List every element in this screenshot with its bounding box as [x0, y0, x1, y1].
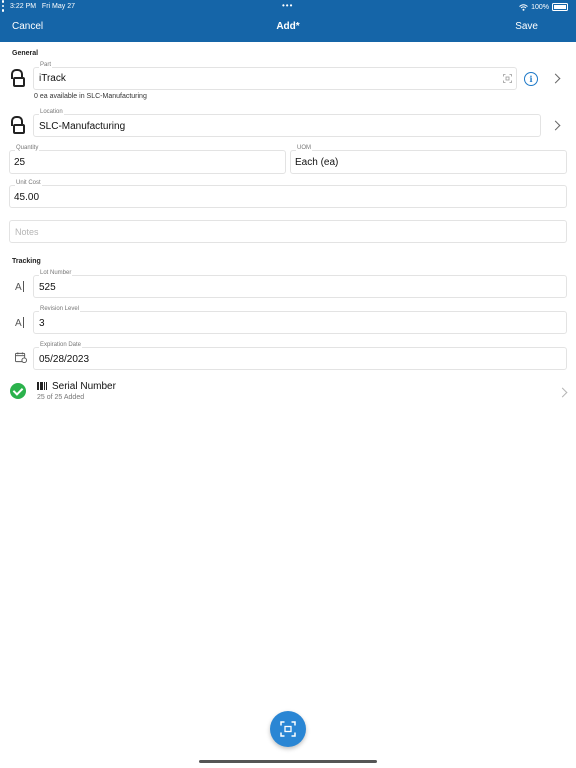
page-title: Add*: [276, 21, 300, 32]
chevron-right-icon[interactable]: [550, 73, 561, 84]
quantity-field[interactable]: Quantity 25: [9, 145, 286, 174]
navigation-bar: 3:22 PM Fri May 27 ••• 100% Cancel Add* …: [0, 0, 576, 42]
wifi-icon: [519, 3, 528, 11]
save-button[interactable]: Save: [515, 21, 538, 32]
expiration-date-label: Expiration Date: [39, 342, 83, 348]
chevron-right-icon[interactable]: [550, 120, 561, 131]
revision-level-value: 3: [39, 318, 45, 329]
lot-number-field[interactable]: Lot Number 525: [33, 270, 567, 298]
calendar-icon: [15, 352, 27, 363]
home-indicator[interactable]: [199, 760, 377, 763]
status-time: 3:22 PM Fri May 27: [10, 3, 75, 10]
unit-cost-label: Unit Cost: [15, 180, 42, 186]
battery-icon: [552, 3, 568, 11]
uom-label: UOM: [296, 145, 312, 151]
text-field-icon: A: [15, 317, 24, 329]
lot-number-value: 525: [39, 282, 56, 293]
chevron-right-icon[interactable]: [557, 387, 568, 398]
barcode-icon: [37, 382, 47, 390]
checkmark-icon: [10, 383, 26, 399]
location-label: Location: [39, 109, 64, 115]
section-tracking-title: Tracking: [12, 258, 41, 265]
part-field[interactable]: Part iTrack: [33, 62, 517, 90]
notes-placeholder: Notes: [15, 227, 39, 237]
status-time-text: 3:22 PM: [10, 3, 37, 10]
uom-value: Each (ea): [295, 157, 339, 168]
revision-level-field[interactable]: Revision Level 3: [33, 306, 567, 334]
unlock-icon[interactable]: [10, 69, 26, 89]
scan-button[interactable]: [270, 711, 306, 747]
location-value: SLC-Manufacturing: [39, 121, 126, 132]
part-label: Part: [39, 62, 53, 68]
lot-number-label: Lot Number: [39, 270, 73, 276]
revision-level-label: Revision Level: [39, 306, 81, 312]
text-field-icon: A: [15, 281, 24, 293]
status-date-text: Fri May 27: [41, 3, 75, 10]
notes-field[interactable]: Notes: [9, 220, 567, 243]
serial-number-status: 25 of 25 Added: [37, 394, 85, 401]
unlock-icon[interactable]: [10, 116, 26, 136]
text-field-icon-glyph: A: [15, 318, 22, 329]
section-general-title: General: [12, 50, 39, 57]
scan-icon[interactable]: [503, 74, 512, 83]
unit-cost-value: 45.00: [14, 192, 40, 203]
quantity-label: Quantity: [15, 145, 40, 151]
text-field-icon-glyph: A: [15, 282, 22, 293]
location-field[interactable]: Location SLC-Manufacturing: [33, 109, 541, 137]
uom-field[interactable]: UOM Each (ea): [290, 145, 567, 174]
part-availability-text: 0 ea available in SLC-Manufacturing: [34, 93, 147, 100]
unit-cost-field[interactable]: Unit Cost 45.00: [9, 180, 567, 208]
more-options-icon[interactable]: [0, 0, 6, 12]
multitask-dots[interactable]: •••: [282, 1, 293, 10]
status-right: 100%: [519, 3, 568, 11]
cancel-button[interactable]: Cancel: [12, 21, 43, 32]
expiration-date-value: 05/28/2023: [39, 354, 90, 365]
quantity-value: 25: [14, 157, 26, 168]
expiration-date-field[interactable]: Expiration Date 05/28/2023: [33, 342, 567, 370]
part-value: iTrack: [39, 73, 66, 84]
battery-percent: 100%: [531, 3, 549, 11]
serial-number-title: Serial Number: [52, 381, 116, 392]
info-icon[interactable]: i: [524, 72, 538, 86]
scan-icon: [280, 721, 296, 737]
